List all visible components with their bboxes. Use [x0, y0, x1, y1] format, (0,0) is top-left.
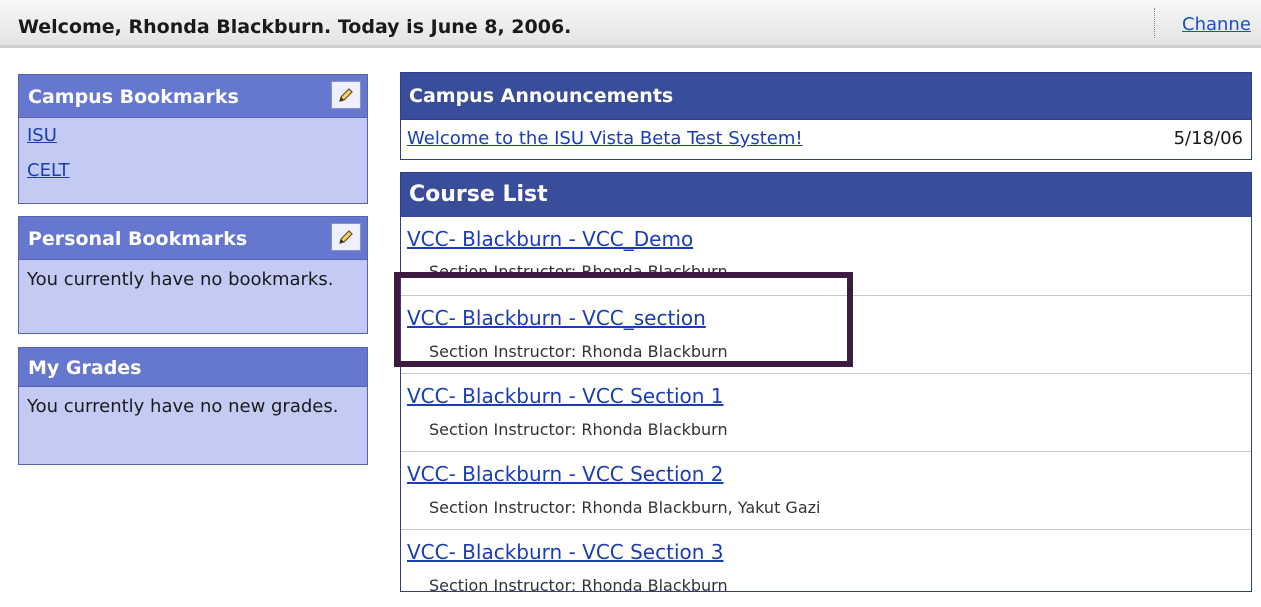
- course-row: VCC- Blackburn - VCC Section 3 Section I…: [401, 530, 1251, 607]
- course-link[interactable]: VCC- Blackburn - VCC Section 1: [407, 384, 724, 408]
- announcement-link[interactable]: Welcome to the ISU Vista Beta Test Syste…: [407, 128, 803, 149]
- course-row: VCC- Blackburn - VCC Section 1 Section I…: [401, 374, 1251, 452]
- pencil-icon: [339, 88, 353, 102]
- my-grades-title: My Grades: [28, 357, 142, 379]
- campus-announcements-panel: Campus Announcements Welcome to the ISU …: [400, 72, 1252, 160]
- announcement-row: Welcome to the ISU Vista Beta Test Syste…: [401, 119, 1251, 160]
- personal-bookmarks-title: Personal Bookmarks: [28, 228, 248, 250]
- announcement-date: 5/18/06: [1173, 128, 1243, 149]
- campus-bookmarks-panel: Campus Bookmarks ISU CELT: [18, 74, 368, 204]
- course-link[interactable]: VCC- Blackburn - VCC_Demo: [407, 227, 693, 251]
- personal-bookmarks-header: Personal Bookmarks: [19, 217, 367, 260]
- course-instructor: Section Instructor: Rhonda Blackburn: [429, 420, 728, 439]
- campus-bookmarks-title: Campus Bookmarks: [28, 86, 239, 108]
- course-link[interactable]: VCC- Blackburn - VCC_section: [407, 306, 706, 330]
- campus-announcements-title: Campus Announcements: [409, 85, 674, 107]
- my-grades-header: My Grades: [19, 348, 367, 387]
- welcome-bar: Welcome, Rhonda Blackburn. Today is June…: [0, 0, 1261, 48]
- course-row: VCC- Blackburn - VCC Section 2 Section I…: [401, 452, 1251, 530]
- pencil-icon: [339, 230, 353, 244]
- channels-link[interactable]: Channe: [1182, 14, 1251, 35]
- welcome-message: Welcome, Rhonda Blackburn. Today is June…: [18, 16, 572, 38]
- course-row: VCC- Blackburn - VCC_Demo Section Instru…: [401, 217, 1251, 296]
- personal-bookmarks-panel: Personal Bookmarks You currently have no…: [18, 216, 368, 334]
- course-instructor: Section Instructor: Rhonda Blackburn: [429, 262, 728, 281]
- my-grades-panel: My Grades You currently have no new grad…: [18, 347, 368, 465]
- my-grades-message: You currently have no new grades.: [27, 396, 339, 417]
- course-instructor: Section Instructor: Rhonda Blackburn, Ya…: [429, 498, 821, 517]
- course-row: VCC- Blackburn - VCC_section Section Ins…: [401, 296, 1251, 374]
- course-link[interactable]: VCC- Blackburn - VCC Section 3: [407, 540, 724, 564]
- edit-campus-bookmarks-button[interactable]: [331, 81, 361, 109]
- course-list-title: Course List: [409, 182, 548, 207]
- campus-announcements-header: Campus Announcements: [401, 73, 1251, 119]
- course-list-header: Course List: [401, 173, 1251, 217]
- bookmark-link-isu[interactable]: ISU: [19, 118, 367, 154]
- course-list-panel: Course List VCC- Blackburn - VCC_Demo Se…: [400, 172, 1252, 595]
- channels-divider: [1154, 8, 1155, 38]
- course-instructor: Section Instructor: Rhonda Blackburn: [429, 576, 728, 595]
- course-instructor: Section Instructor: Rhonda Blackburn: [429, 342, 728, 361]
- bookmark-link-celt[interactable]: CELT: [19, 154, 367, 188]
- course-link[interactable]: VCC- Blackburn - VCC Section 2: [407, 462, 724, 486]
- personal-bookmarks-message: You currently have no bookmarks.: [27, 269, 334, 290]
- edit-personal-bookmarks-button[interactable]: [331, 223, 361, 251]
- campus-bookmarks-header: Campus Bookmarks: [19, 75, 367, 118]
